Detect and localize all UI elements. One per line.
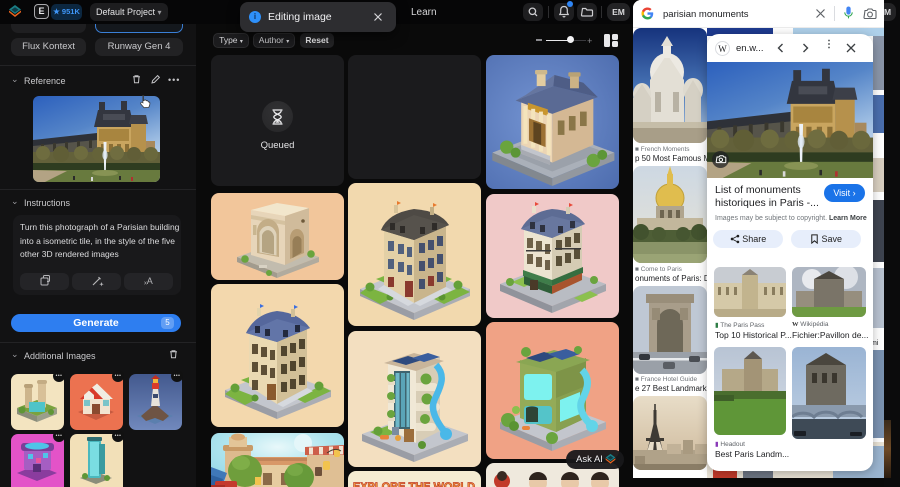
- svg-text:EXPLORE THE WORLD: EXPLORE THE WORLD: [353, 481, 475, 487]
